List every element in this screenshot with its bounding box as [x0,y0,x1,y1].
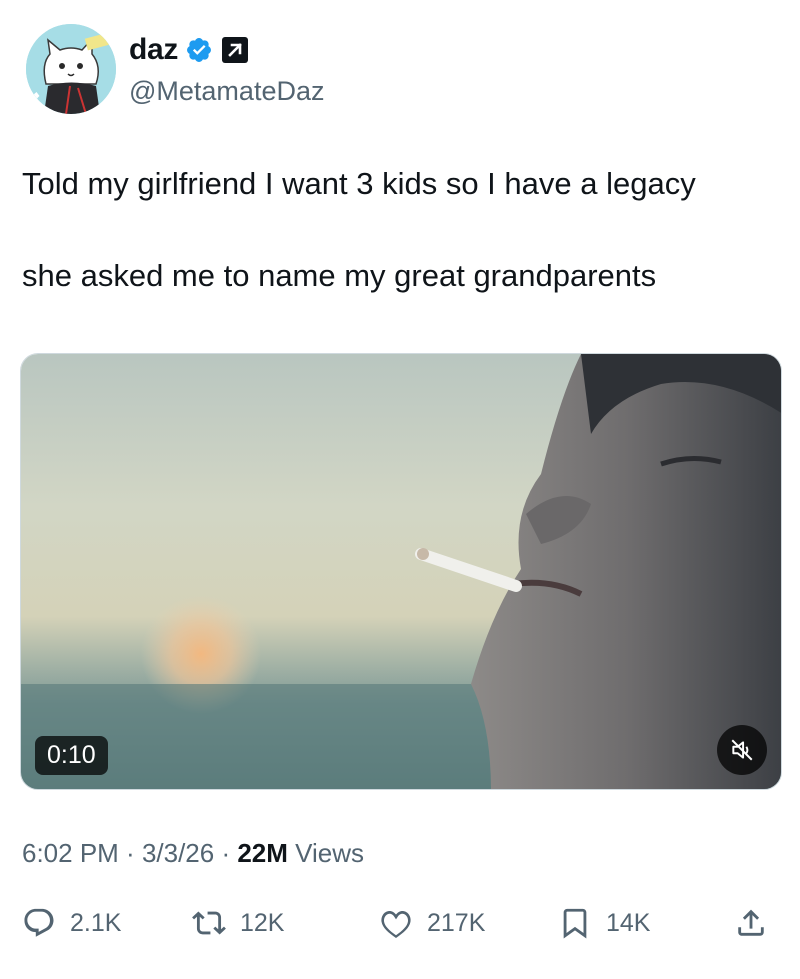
tweet-text: Told my girlfriend I want 3 kids so I ha… [22,165,782,296]
handle[interactable]: @MetamateDaz [129,76,324,107]
share-button[interactable] [734,898,768,948]
bookmark-icon [563,908,587,939]
bookmark-button[interactable]: 14K [558,898,650,948]
meta-separator: · [214,838,238,868]
like-button[interactable]: 217K [379,898,485,948]
verified-badge-icon[interactable] [185,36,213,64]
tweet-line-2: she asked me to name my great grandparen… [22,257,657,293]
share-icon [738,909,764,936]
cat-avatar-icon [26,24,116,114]
repost-button[interactable]: 12K [192,898,284,948]
tweet-header: daz @MetamateDaz [26,24,786,120]
reply-icon [24,908,54,937]
views-label: Views [295,838,365,868]
bookmark-count: 14K [606,908,651,937]
video-frame [21,354,781,789]
heart-icon [381,910,411,939]
speaker-muted-icon [731,739,753,761]
tweet-date[interactable]: 3/3/26 [142,838,214,868]
tweet-line-1: Told my girlfriend I want 3 kids so I ha… [22,166,696,201]
views-count: 22M [237,838,288,868]
tweet-meta: 6:02 PM · 3/3/26 · 22M Views [22,838,364,869]
avatar[interactable] [26,24,116,114]
video-duration: 0:10 [35,736,108,775]
video-player[interactable]: 0:10 [20,353,782,790]
action-bar: 2.1K 12K 217K 14K [22,898,778,948]
meta-separator: · [118,838,142,868]
reply-button[interactable]: 2.1K [22,898,121,948]
display-name[interactable]: daz [129,33,178,67]
tweet-time[interactable]: 6:02 PM [22,838,119,868]
like-count: 217K [427,908,486,937]
repost-icon [192,911,226,935]
mute-button[interactable] [717,725,767,775]
reply-count: 2.1K [70,908,122,937]
repost-count: 12K [240,908,285,937]
arrow-up-right-icon[interactable] [221,36,249,64]
